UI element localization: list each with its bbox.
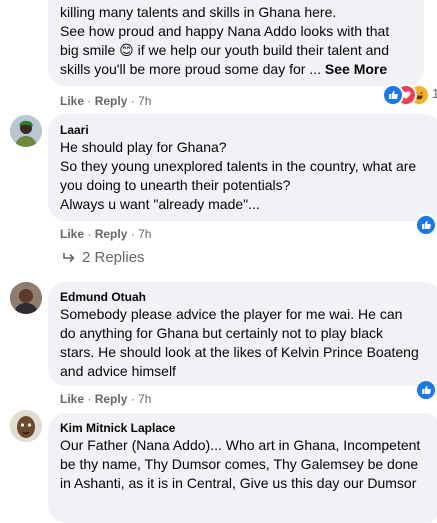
like-link[interactable]: Like — [60, 94, 84, 108]
like-reaction-icon — [382, 84, 404, 106]
comment-time[interactable]: 7h — [138, 94, 151, 108]
comment-actions: Like · Reply · 7h — [60, 227, 152, 241]
reply-arrow-icon — [63, 252, 75, 262]
see-more-link[interactable]: See More — [325, 61, 387, 77]
comment-text: Our Father (Nana Addo)... Who art in Gha… — [60, 437, 421, 491]
avatar[interactable] — [10, 410, 42, 442]
reaction-summary[interactable]: 1 — [382, 84, 437, 106]
like-link[interactable]: Like — [60, 392, 84, 406]
avatar[interactable] — [10, 115, 42, 147]
comment-bubble: Laari He should play for Ghana? So they … — [48, 114, 437, 221]
view-replies-link[interactable]: 2 Replies — [62, 249, 145, 266]
reply-link[interactable]: Reply — [95, 94, 128, 108]
reply-link[interactable]: Reply — [95, 227, 128, 241]
comment-text: He should play for Ghana? So they young … — [60, 139, 417, 212]
reaction-count: 1 — [432, 86, 437, 101]
comment-actions: Like · Reply · 7h — [60, 94, 152, 108]
comment-actions: Like · Reply · 7h — [60, 392, 152, 406]
like-link[interactable]: Like — [60, 227, 84, 241]
comment-time[interactable]: 7h — [138, 227, 151, 241]
comment-author[interactable]: Kim Mitnick Laplace — [60, 420, 430, 436]
replies-count: 2 Replies — [82, 249, 145, 266]
comment-time[interactable]: 7h — [138, 392, 151, 406]
comment-text: Somebody please advice the player for me… — [60, 306, 419, 379]
comment-bubble: killing many talents and skills in Ghana… — [48, 0, 424, 86]
like-reaction-icon[interactable] — [415, 379, 437, 401]
comment-bubble: Edmund Otuah Somebody please advice the … — [48, 282, 437, 386]
comment-author[interactable]: Edmund Otuah — [60, 289, 430, 305]
like-reaction-icon[interactable] — [415, 214, 437, 236]
comment-author[interactable]: Laari — [60, 122, 430, 138]
comment-bubble: Kim Mitnick Laplace Our Father (Nana Add… — [48, 413, 437, 523]
avatar[interactable] — [10, 282, 42, 314]
comment-text: killing many talents and skills in Ghana… — [60, 4, 390, 77]
reply-link[interactable]: Reply — [95, 392, 128, 406]
